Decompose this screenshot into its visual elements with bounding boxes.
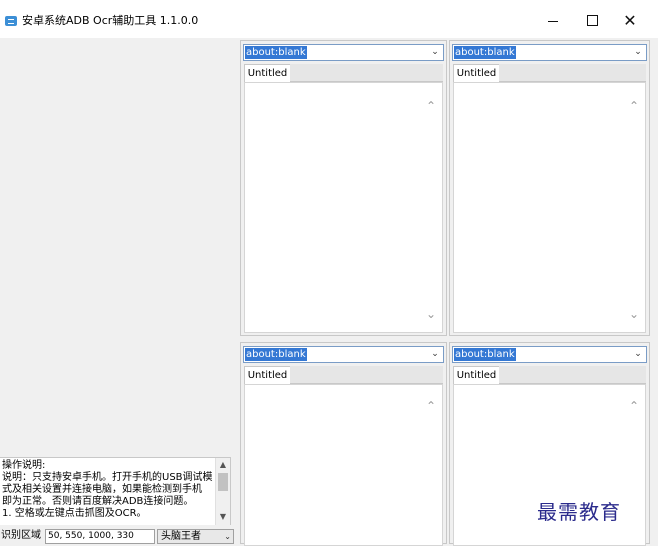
chevron-down-icon[interactable]: ▼	[216, 511, 230, 523]
controls-row: 识别区域 50, 550, 1000, 330 头脑王者 ⌄	[0, 528, 240, 544]
title-bar: 安卓系统ADB Ocr辅助工具 1.1.0.0 ✕	[0, 0, 658, 38]
url-combobox[interactable]: about:blank ⌄	[452, 346, 647, 363]
url-text[interactable]: about:blank	[454, 46, 516, 59]
url-combobox[interactable]: about:blank ⌄	[243, 346, 444, 363]
minimize-icon	[548, 20, 558, 22]
chevron-up-icon[interactable]: ▲	[216, 459, 230, 471]
browser-content[interactable]: ⌃ ⌄	[244, 82, 443, 333]
chevron-down-icon[interactable]: ⌄	[428, 347, 442, 362]
close-button[interactable]: ✕	[620, 12, 640, 30]
tab-strip	[499, 366, 646, 384]
tab-untitled[interactable]: Untitled	[244, 64, 291, 82]
url-text[interactable]: about:blank	[454, 348, 516, 361]
browser-pane-3: about:blank ⌄ Untitled ⌃	[240, 342, 447, 546]
chevron-down-icon[interactable]: ⌄	[631, 347, 645, 362]
app-window-icon	[5, 16, 17, 26]
chevron-down-icon[interactable]: ⌄	[224, 530, 231, 543]
browser-content[interactable]: ⌃ ⌄	[453, 82, 646, 333]
browser-pane-1: about:blank ⌄ Untitled ⌃ ⌄	[240, 40, 447, 336]
chevron-down-icon[interactable]: ⌄	[627, 307, 641, 321]
chevron-up-icon[interactable]: ⌃	[424, 399, 438, 413]
tab-strip	[290, 366, 443, 384]
tab-strip	[499, 64, 646, 82]
chevron-up-icon[interactable]: ⌃	[627, 99, 641, 113]
url-text[interactable]: about:blank	[245, 348, 307, 361]
help-line: 式及相关设置并连接电脑，如果能检测到手机	[2, 484, 202, 495]
chevron-down-icon[interactable]: ⌄	[424, 307, 438, 321]
help-scrollbar[interactable]: ▲ ▼	[215, 458, 230, 525]
window-title: 安卓系统ADB Ocr辅助工具 1.1.0.0	[22, 14, 199, 27]
tab-untitled[interactable]: Untitled	[244, 366, 291, 384]
chevron-down-icon[interactable]: ⌄	[428, 45, 442, 60]
browser-pane-2: about:blank ⌄ Untitled ⌃ ⌄	[449, 40, 650, 336]
browser-content[interactable]: ⌃	[244, 384, 443, 546]
window-edge	[651, 38, 658, 542]
region-label: 识别区域	[1, 530, 41, 541]
url-text[interactable]: about:blank	[245, 46, 307, 59]
watermark-text: 最需教育	[537, 500, 621, 524]
mode-select-value: 头脑王者	[161, 531, 201, 542]
help-textbox[interactable]: 操作说明: 说明：只支持安卓手机。打开手机的USB调试模 式及相关设置并连接电脑…	[0, 457, 231, 525]
help-line: 即为正常。否则请百度解决ADB连接问题。	[2, 496, 194, 507]
tab-untitled[interactable]: Untitled	[453, 64, 500, 82]
chevron-up-icon[interactable]: ⌃	[424, 99, 438, 113]
close-icon: ✕	[623, 11, 637, 30]
chevron-up-icon[interactable]: ⌃	[627, 399, 641, 413]
url-combobox[interactable]: about:blank ⌄	[452, 44, 647, 61]
help-line: 1. 空格或左键点击抓图及OCR。	[2, 508, 147, 519]
minimize-button[interactable]	[543, 12, 563, 30]
url-combobox[interactable]: about:blank ⌄	[243, 44, 444, 61]
help-line: 说明：只支持安卓手机。打开手机的USB调试模	[2, 472, 213, 483]
chevron-down-icon[interactable]: ⌄	[631, 45, 645, 60]
maximize-icon	[586, 14, 598, 26]
help-line: 操作说明:	[2, 460, 46, 471]
tab-strip	[290, 64, 443, 82]
scrollbar-thumb[interactable]	[218, 473, 228, 491]
tab-untitled[interactable]: Untitled	[453, 366, 500, 384]
maximize-button[interactable]	[582, 12, 602, 30]
